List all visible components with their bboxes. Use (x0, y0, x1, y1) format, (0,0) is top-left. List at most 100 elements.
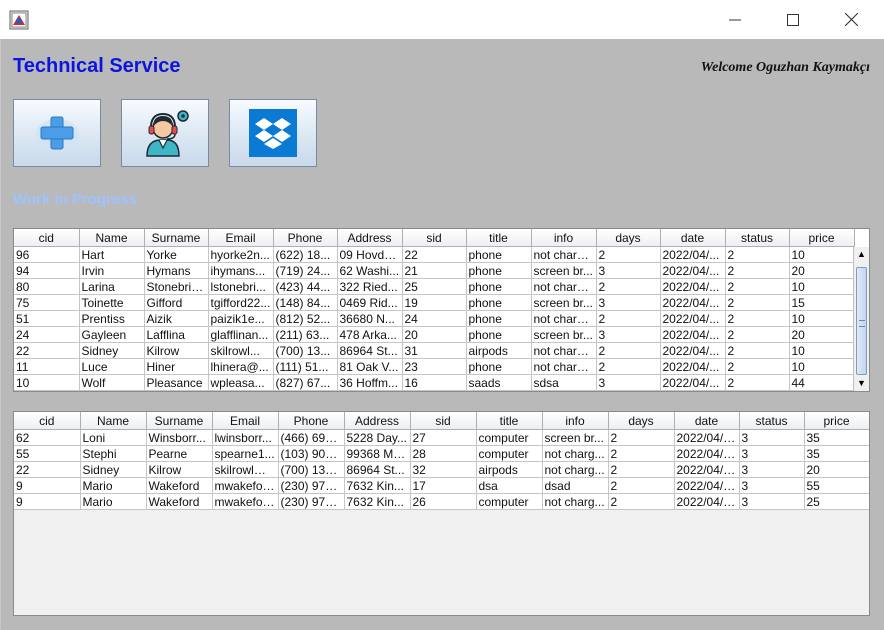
table-cell-cid[interactable]: 11 (14, 358, 80, 375)
column-header-title[interactable]: title (476, 412, 543, 430)
column-header-status[interactable]: status (725, 229, 790, 247)
table-cell-status[interactable]: 2 (725, 342, 790, 359)
column-header-cid[interactable]: cid (14, 229, 80, 247)
table-cell-sid[interactable]: 22 (402, 246, 467, 263)
table-row[interactable]: 51 Prentiss Aizik paizik1e... (812) 52... 366… (14, 310, 855, 327)
table-cell-info[interactable]: sdsa (531, 374, 597, 391)
table-cell-title[interactable]: phone (466, 310, 532, 327)
table-cell-surname[interactable]: Lafflina (144, 326, 209, 343)
table-cell-address[interactable]: 5228 Day... (344, 429, 411, 446)
table-cell-info[interactable]: screen br... (531, 262, 597, 279)
table-cell-info[interactable]: not charg... (531, 278, 597, 295)
table-cell-name[interactable]: Hart (79, 246, 145, 263)
table-cell-name[interactable]: Mario (80, 477, 147, 494)
table-cell-sid[interactable]: 25 (402, 278, 467, 295)
table-cell-sid[interactable]: 16 (402, 374, 467, 391)
table-row[interactable]: 94 Irvin Hymans ihymans... (719) 24... 62 Was… (14, 262, 855, 279)
table-cell-email[interactable]: wpleasa... (208, 374, 274, 391)
table-cell-status[interactable]: 2 (725, 310, 790, 327)
table-cell-surname[interactable]: Hymans (144, 262, 209, 279)
table-cell-price[interactable]: 20 (804, 461, 869, 478)
table-row[interactable]: 62 Loni Winsborr... lwinsborr... (466) 697..… (14, 429, 869, 446)
table-cell-date[interactable]: 2022/04/13 (674, 445, 740, 462)
table-cell-address[interactable]: 322 Ried... (337, 278, 403, 295)
table-cell-date[interactable]: 2022/04/... (660, 310, 726, 327)
table-cell-name[interactable]: Prentiss (79, 310, 145, 327)
table-cell-days[interactable]: 2 (608, 445, 675, 462)
table-cell-surname[interactable]: Hiner (144, 358, 209, 375)
column-header-info[interactable]: info (531, 229, 597, 247)
table-cell-cid[interactable]: 24 (14, 326, 80, 343)
table-cell-email[interactable]: mwakefor... (212, 493, 279, 510)
table-cell-surname[interactable]: Winsborr... (146, 429, 213, 446)
table-cell-phone[interactable]: (719) 24... (273, 262, 338, 279)
table-cell-title[interactable]: computer (476, 445, 543, 462)
table-row[interactable]: 24 Gayleen Lafflina glafflinan... (211) 63..… (14, 326, 855, 343)
table-cell-email[interactable]: skilrowl@... (212, 461, 279, 478)
table-cell-price[interactable]: 10 (789, 278, 855, 295)
minimize-button[interactable] (706, 0, 764, 39)
table-cell-days[interactable]: 2 (608, 461, 675, 478)
table-cell-status[interactable]: 3 (739, 493, 805, 510)
table-cell-phone[interactable]: (230) 979... (278, 477, 345, 494)
table-cell-price[interactable]: 10 (789, 310, 855, 327)
table-cell-date[interactable]: 2022/04/... (660, 278, 726, 295)
table-cell-name[interactable]: Stephi (80, 445, 147, 462)
table-cell-surname[interactable]: Aizik (144, 310, 209, 327)
table-cell-price[interactable]: 35 (804, 445, 869, 462)
table-cell-address[interactable]: 99368 Mil... (344, 445, 411, 462)
table-cell-date[interactable]: 2022/04/... (660, 374, 726, 391)
table-cell-sid[interactable]: 26 (410, 493, 477, 510)
column-header-email[interactable]: Email (212, 412, 279, 430)
table-cell-days[interactable]: 2 (596, 310, 661, 327)
column-header-days[interactable]: days (596, 229, 661, 247)
column-header-phone[interactable]: Phone (278, 412, 345, 430)
table-cell-email[interactable]: spearne1... (212, 445, 279, 462)
table-cell-phone[interactable]: (230) 979... (278, 493, 345, 510)
table-row[interactable]: 22 Sidney Kilrow skilrowl@... (700) 138... 86… (14, 461, 869, 478)
table-cell-date[interactable]: 2022/04/... (660, 262, 726, 279)
table-cell-sid[interactable]: 28 (410, 445, 477, 462)
table-cell-name[interactable]: Gayleen (79, 326, 145, 343)
table-cell-cid[interactable]: 9 (14, 477, 81, 494)
column-header-info[interactable]: info (542, 412, 609, 430)
table-cell-email[interactable]: skilrowl... (208, 342, 274, 359)
table-cell-title[interactable]: phone (466, 278, 532, 295)
table-cell-cid[interactable]: 9 (14, 493, 81, 510)
table-cell-status[interactable]: 3 (739, 445, 805, 462)
table-cell-price[interactable]: 10 (789, 246, 855, 263)
table-row[interactable]: 22 Sidney Kilrow skilrowl... (700) 13... 8696… (14, 342, 855, 359)
table-cell-phone[interactable]: (111) 51... (273, 358, 338, 375)
table-cell-email[interactable]: paizik1e... (208, 310, 274, 327)
table-cell-days[interactable]: 2 (608, 477, 675, 494)
table-cell-status[interactable]: 2 (725, 294, 790, 311)
column-header-surname[interactable]: Surname (146, 412, 213, 430)
table-cell-address[interactable]: 36 Hoffm... (337, 374, 403, 391)
column-header-date[interactable]: date (660, 229, 726, 247)
table-cell-address[interactable]: 86964 St... (344, 461, 411, 478)
table-cell-days[interactable]: 2 (596, 358, 661, 375)
table-cell-days[interactable]: 2 (596, 246, 661, 263)
scroll-down-arrow-icon[interactable]: ▼ (854, 376, 869, 391)
table-cell-address[interactable]: 0469 Rid... (337, 294, 403, 311)
dropbox-button[interactable] (229, 99, 317, 167)
table-cell-days[interactable]: 3 (596, 262, 661, 279)
table-cell-cid[interactable]: 55 (14, 445, 81, 462)
table-cell-email[interactable]: tgifford22... (208, 294, 274, 311)
table-cell-name[interactable]: Mario (80, 493, 147, 510)
table-cell-sid[interactable]: 17 (410, 477, 477, 494)
column-header-sid[interactable]: sid (410, 412, 477, 430)
table-cell-email[interactable]: mwakefor... (212, 477, 279, 494)
table-cell-date[interactable]: 2022/04/... (660, 326, 726, 343)
table-cell-address[interactable]: 7632 Kin... (344, 493, 411, 510)
table-cell-info[interactable]: not charg... (542, 445, 609, 462)
table-cell-email[interactable]: lhinera@... (208, 358, 274, 375)
table-cell-phone[interactable]: (700) 13... (273, 342, 338, 359)
table-cell-surname[interactable]: Stonebrid... (144, 278, 209, 295)
table-cell-status[interactable]: 3 (739, 477, 805, 494)
table-cell-price[interactable]: 10 (789, 358, 855, 375)
table-cell-email[interactable]: glafflinan... (208, 326, 274, 343)
table-cell-sid[interactable]: 31 (402, 342, 467, 359)
table-cell-date[interactable]: 2022/04/13 (674, 493, 740, 510)
table-cell-name[interactable]: Toinette (79, 294, 145, 311)
